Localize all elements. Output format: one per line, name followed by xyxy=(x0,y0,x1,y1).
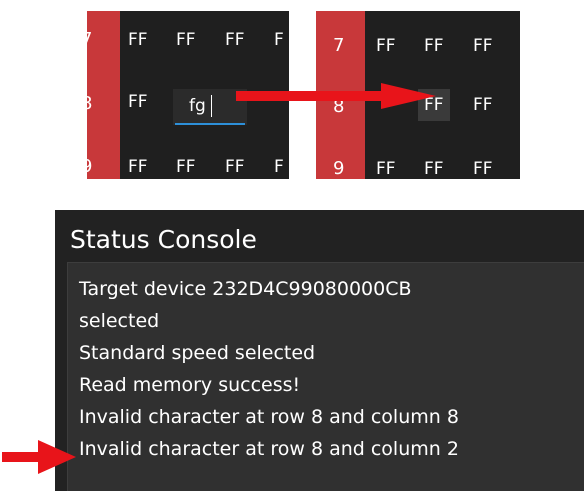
hex-cell[interactable]: FF xyxy=(424,159,444,179)
page: 7 8 9 FF FF FF F FF fg FF FF FF F 7 8 9 … xyxy=(0,0,584,491)
edit-input-value: fg xyxy=(189,96,206,116)
arrow-right-icon xyxy=(2,440,76,474)
log-line: Invalid character at row 8 and column 8 xyxy=(79,406,459,428)
hex-cell[interactable]: FF xyxy=(128,92,148,112)
status-console: Status Console Target device 232D4C99080… xyxy=(55,210,584,491)
status-log-lines: Target device 232D4C99080000CB selected … xyxy=(79,273,459,465)
row-label-8: 8 xyxy=(87,94,92,114)
arrow-right-icon xyxy=(236,83,436,109)
hex-cell[interactable]: FF xyxy=(473,95,493,115)
hex-cell[interactable]: FF xyxy=(424,36,444,56)
text-caret xyxy=(211,95,212,117)
row-label-9: 9 xyxy=(87,157,92,177)
log-line: selected xyxy=(79,310,160,332)
status-log[interactable]: Target device 232D4C99080000CB selected … xyxy=(67,262,584,491)
hex-cell[interactable]: F xyxy=(274,157,284,177)
hex-cell[interactable]: FF xyxy=(376,36,396,56)
hex-cell[interactable]: FF xyxy=(376,159,396,179)
hex-cell[interactable]: FF xyxy=(225,157,245,177)
row-label-7: 7 xyxy=(333,35,345,56)
hex-cell[interactable]: FF xyxy=(128,157,148,177)
hex-cell[interactable]: FF xyxy=(473,36,493,56)
log-line: Target device 232D4C99080000CB xyxy=(79,278,412,300)
row-label-9: 9 xyxy=(333,158,345,179)
hex-cell[interactable]: FF xyxy=(128,30,148,50)
hex-cell[interactable]: FF xyxy=(176,157,196,177)
hex-cell[interactable]: FF xyxy=(473,159,493,179)
log-line: Standard speed selected xyxy=(79,342,316,364)
hex-cell[interactable]: F xyxy=(274,30,284,50)
status-console-title: Status Console xyxy=(70,225,257,254)
log-line-highlighted: Invalid character at row 8 and column 2 xyxy=(79,438,459,460)
hex-cell[interactable]: FF xyxy=(225,30,245,50)
row-label-7: 7 xyxy=(87,30,92,50)
log-line: Read memory success! xyxy=(79,374,301,396)
hex-cell[interactable]: FF xyxy=(176,30,196,50)
focus-underline xyxy=(175,123,245,125)
